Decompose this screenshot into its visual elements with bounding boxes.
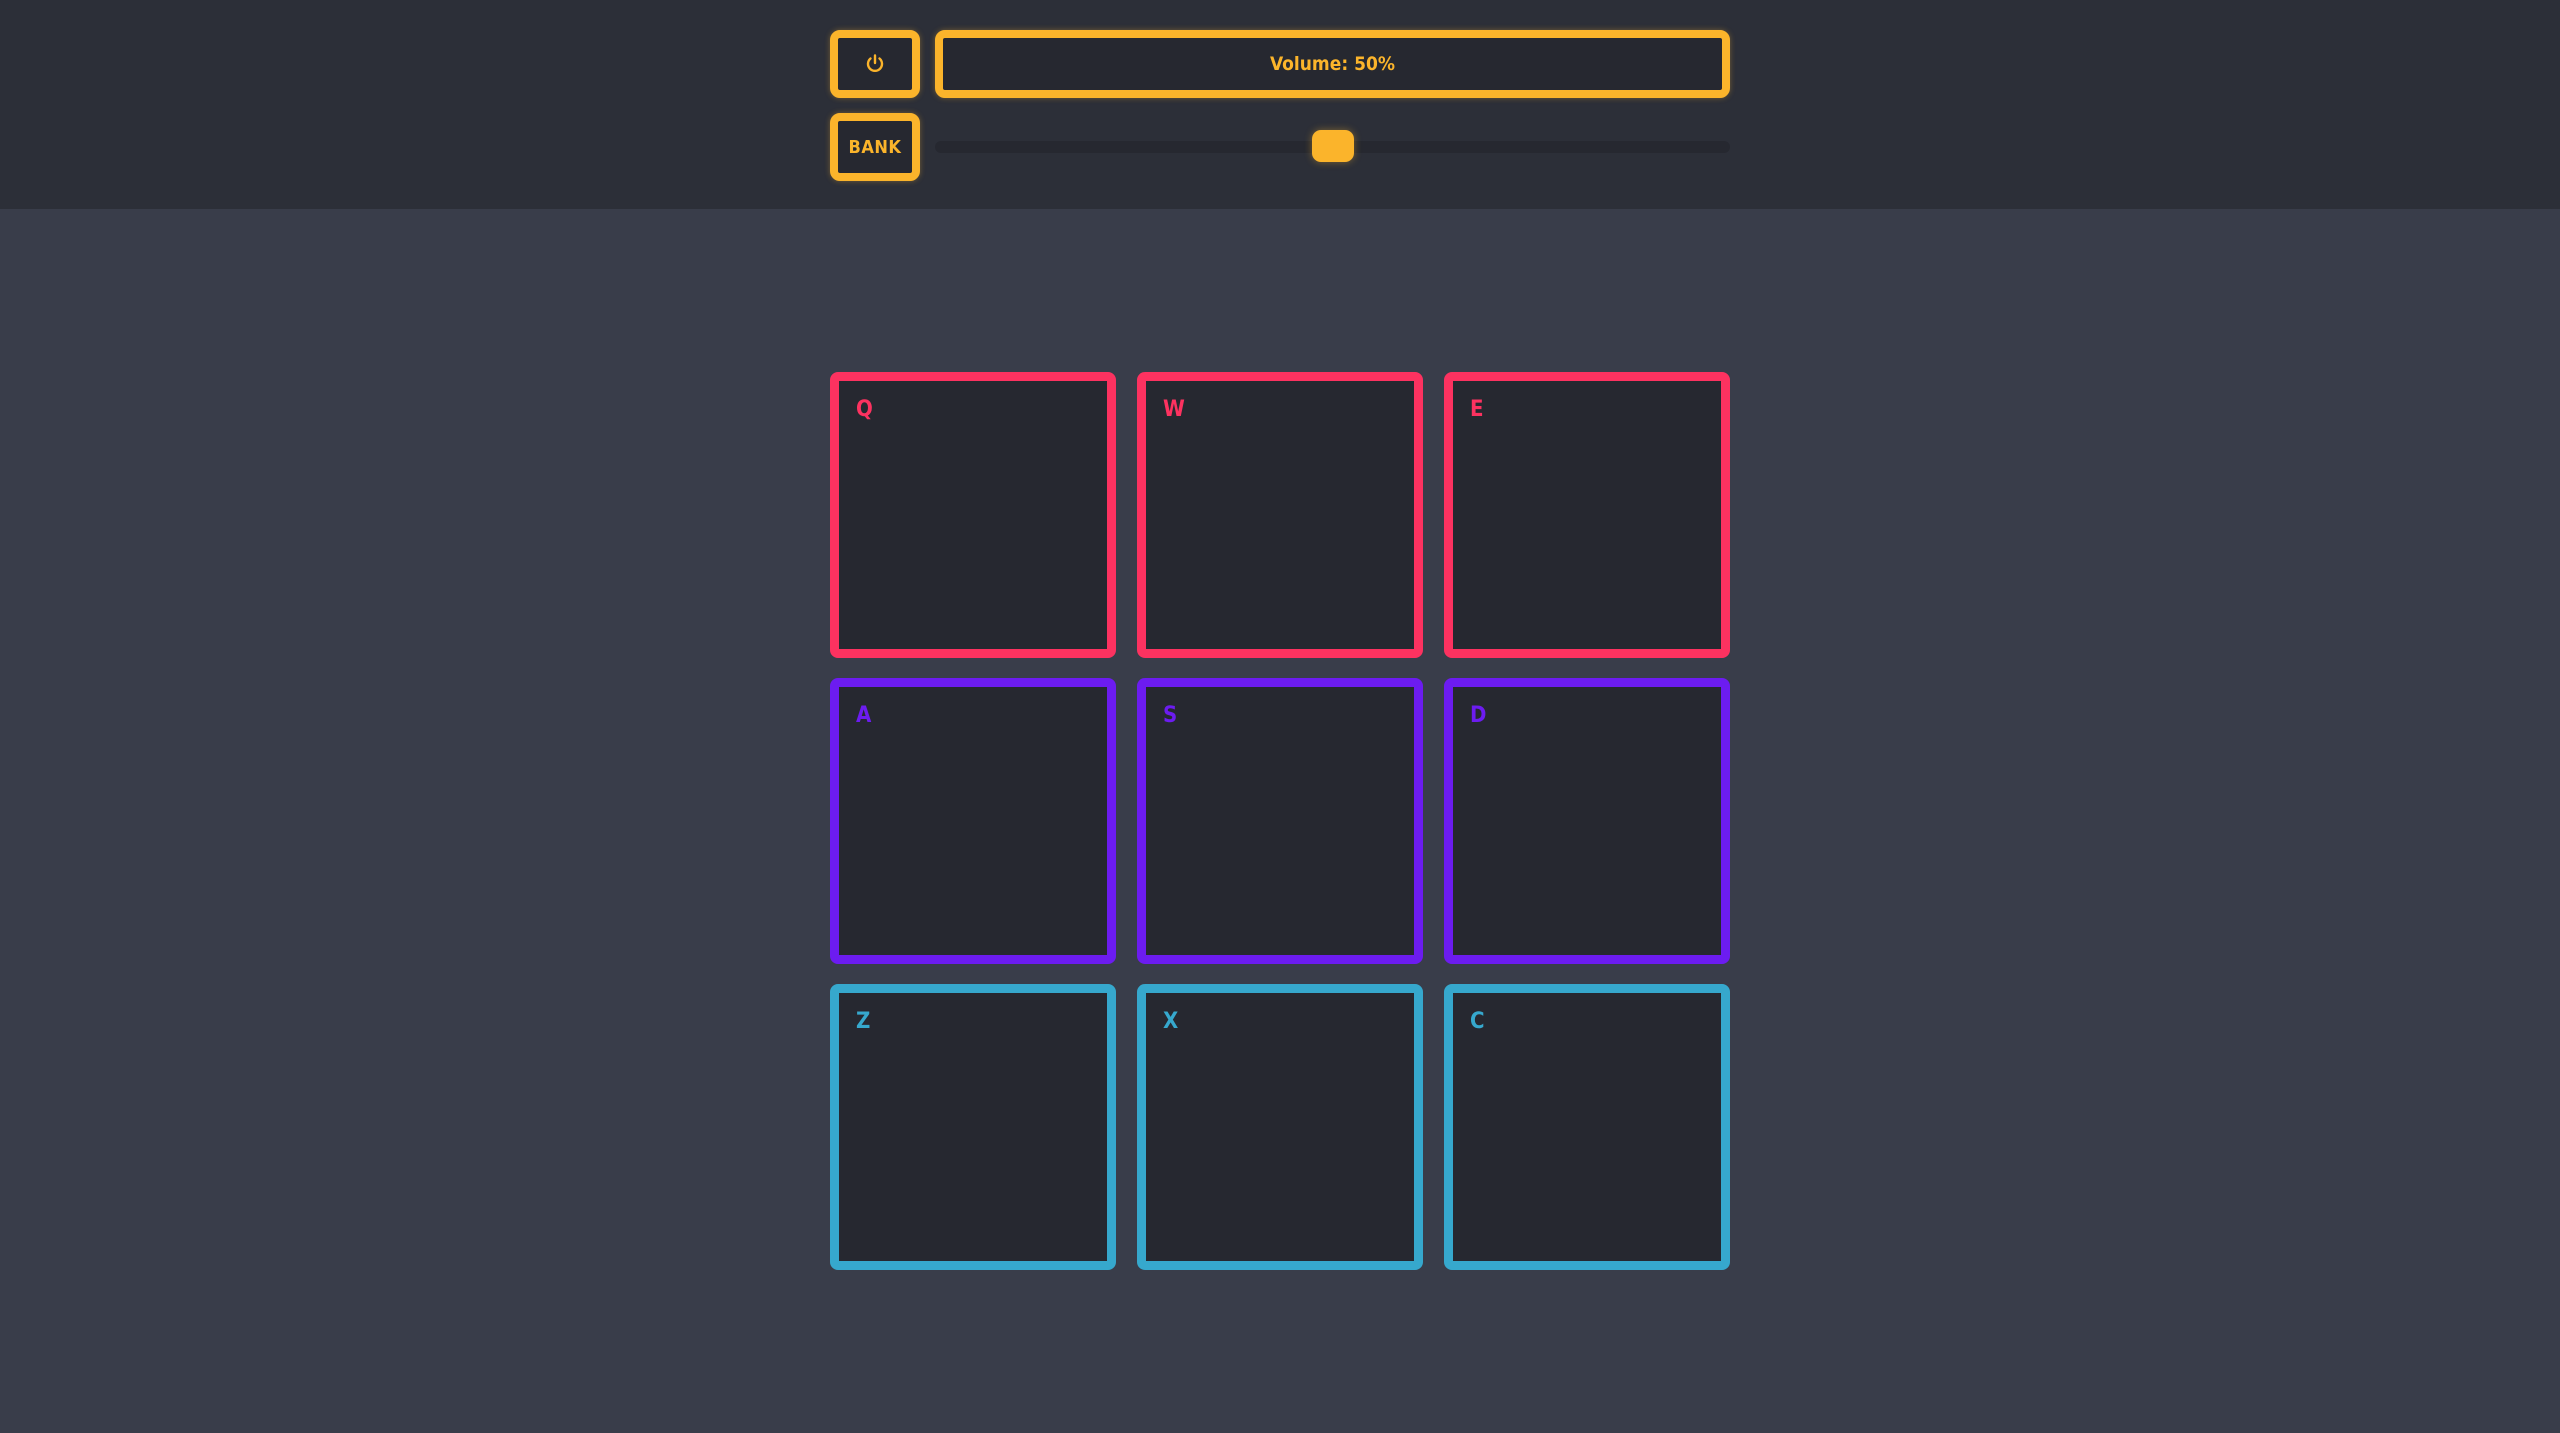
drum-pad-d[interactable]: D xyxy=(1444,678,1730,964)
power-icon xyxy=(864,53,886,75)
pad-key-label: A xyxy=(856,703,872,728)
pad-key-label: E xyxy=(1470,397,1484,422)
pad-key-label: Z xyxy=(856,1009,871,1034)
drum-pad-w[interactable]: W xyxy=(1137,372,1423,658)
drum-pad-grid: Q W E A S D Z X C xyxy=(830,372,1730,1272)
drum-pad-x[interactable]: X xyxy=(1137,984,1423,1270)
bank-button[interactable]: BANK xyxy=(830,113,920,181)
drum-pad-s[interactable]: S xyxy=(1137,678,1423,964)
volume-display: Volume: 50% xyxy=(935,30,1730,98)
volume-slider-thumb[interactable] xyxy=(1311,130,1354,162)
drum-pad-a[interactable]: A xyxy=(830,678,1116,964)
power-button[interactable] xyxy=(830,30,920,98)
pad-key-label: X xyxy=(1163,1009,1179,1034)
pad-key-label: C xyxy=(1470,1009,1485,1034)
pad-key-label: D xyxy=(1470,703,1487,728)
pad-key-label: W xyxy=(1163,397,1185,422)
pad-key-label: Q xyxy=(856,397,873,422)
drum-pad-q[interactable]: Q xyxy=(830,372,1116,658)
bank-label: BANK xyxy=(848,136,902,158)
drum-pad-e[interactable]: E xyxy=(1444,372,1730,658)
drum-pad-c[interactable]: C xyxy=(1444,984,1730,1270)
pad-key-label: S xyxy=(1163,703,1178,728)
drum-pad-z[interactable]: Z xyxy=(830,984,1116,1270)
display-text: Volume: 50% xyxy=(1269,53,1396,75)
